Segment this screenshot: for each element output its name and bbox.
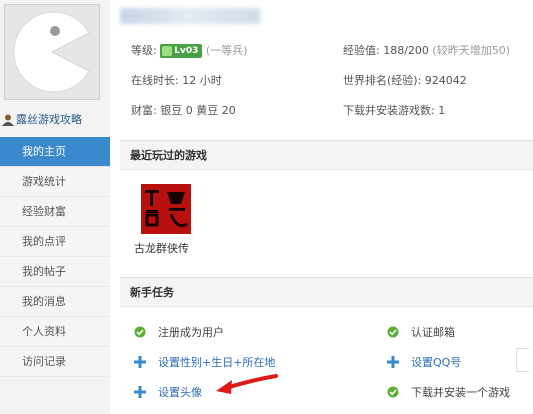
menu-item-game-stats[interactable]: 游戏统计 <box>0 167 110 197</box>
user-icon <box>2 114 14 126</box>
level-row: 等级: Lv03 (一等兵) <box>131 42 247 58</box>
downloads-count: 下载并安装游戏数: 1 <box>343 104 446 117</box>
menu-item-reviews[interactable]: 我的点评 <box>0 227 110 257</box>
recent-games-header: 最近玩过的游戏 <box>120 140 533 170</box>
check-circle-icon <box>134 326 146 338</box>
plus-icon <box>134 386 146 398</box>
online-time: 在线时长: 12 小时 <box>131 74 222 87</box>
task-set-qq[interactable]: 设置QQ号 <box>387 354 461 370</box>
task-install-game: 下载并安装一个游戏 <box>387 384 510 400</box>
task-set-avatar[interactable]: 设置头像 <box>134 384 202 400</box>
game-cover-art-icon <box>141 184 191 234</box>
check-circle-icon <box>387 326 399 338</box>
exp-value: 经验值: 188/200 <box>343 44 429 57</box>
newbie-tasks-header: 新手任务 <box>120 277 533 307</box>
menu-item-home[interactable]: 我的主页 <box>0 137 110 167</box>
pacman-avatar-icon <box>13 11 90 93</box>
username-link[interactable]: 露丝游戏攻略 <box>2 111 108 127</box>
task-set-gender-birthday-location[interactable]: 设置性别+生日+所在地 <box>134 354 275 370</box>
level-title: (一等兵) <box>205 44 248 57</box>
level-star-icon <box>162 45 173 56</box>
plus-icon <box>134 356 146 368</box>
menu-item-posts[interactable]: 我的帖子 <box>0 257 110 287</box>
menu-item-profile[interactable]: 个人资料 <box>0 317 110 347</box>
profile-menu: 我的主页 游戏统计 经验财富 我的点评 我的帖子 我的消息 个人资料 访问记录 <box>0 137 110 377</box>
task-verify-email: 认证邮箱 <box>387 324 455 340</box>
menu-item-visits[interactable]: 访问记录 <box>0 347 110 377</box>
level-label: 等级: <box>131 44 157 57</box>
game-cover-gulong[interactable] <box>141 184 191 234</box>
level-badge: Lv03 <box>160 44 203 58</box>
plus-icon <box>387 356 399 368</box>
red-arrow-icon <box>216 374 278 394</box>
blurred-username <box>120 8 260 24</box>
wealth: 财富: 银豆 0 黄豆 20 <box>131 104 236 117</box>
left-sidebar: 露丝游戏攻略 我的主页 游戏统计 经验财富 我的点评 我的帖子 我的消息 个人资… <box>0 0 110 414</box>
right-edge-widget <box>516 348 529 372</box>
world-rank: 世界排名(经验): 924042 <box>343 74 467 87</box>
avatar[interactable] <box>4 4 100 100</box>
menu-item-messages[interactable]: 我的消息 <box>0 287 110 317</box>
username-text: 露丝游戏攻略 <box>16 113 82 126</box>
exp-row: 经验值: 188/200 (较昨天增加50) <box>343 42 510 58</box>
game-name-gulong[interactable]: 古龙群侠传 <box>134 240 189 256</box>
task-register: 注册成为用户 <box>134 324 224 340</box>
exp-note: (较昨天增加50) <box>432 44 510 57</box>
menu-item-exp-wealth[interactable]: 经验财富 <box>0 197 110 227</box>
check-circle-icon <box>387 386 399 398</box>
